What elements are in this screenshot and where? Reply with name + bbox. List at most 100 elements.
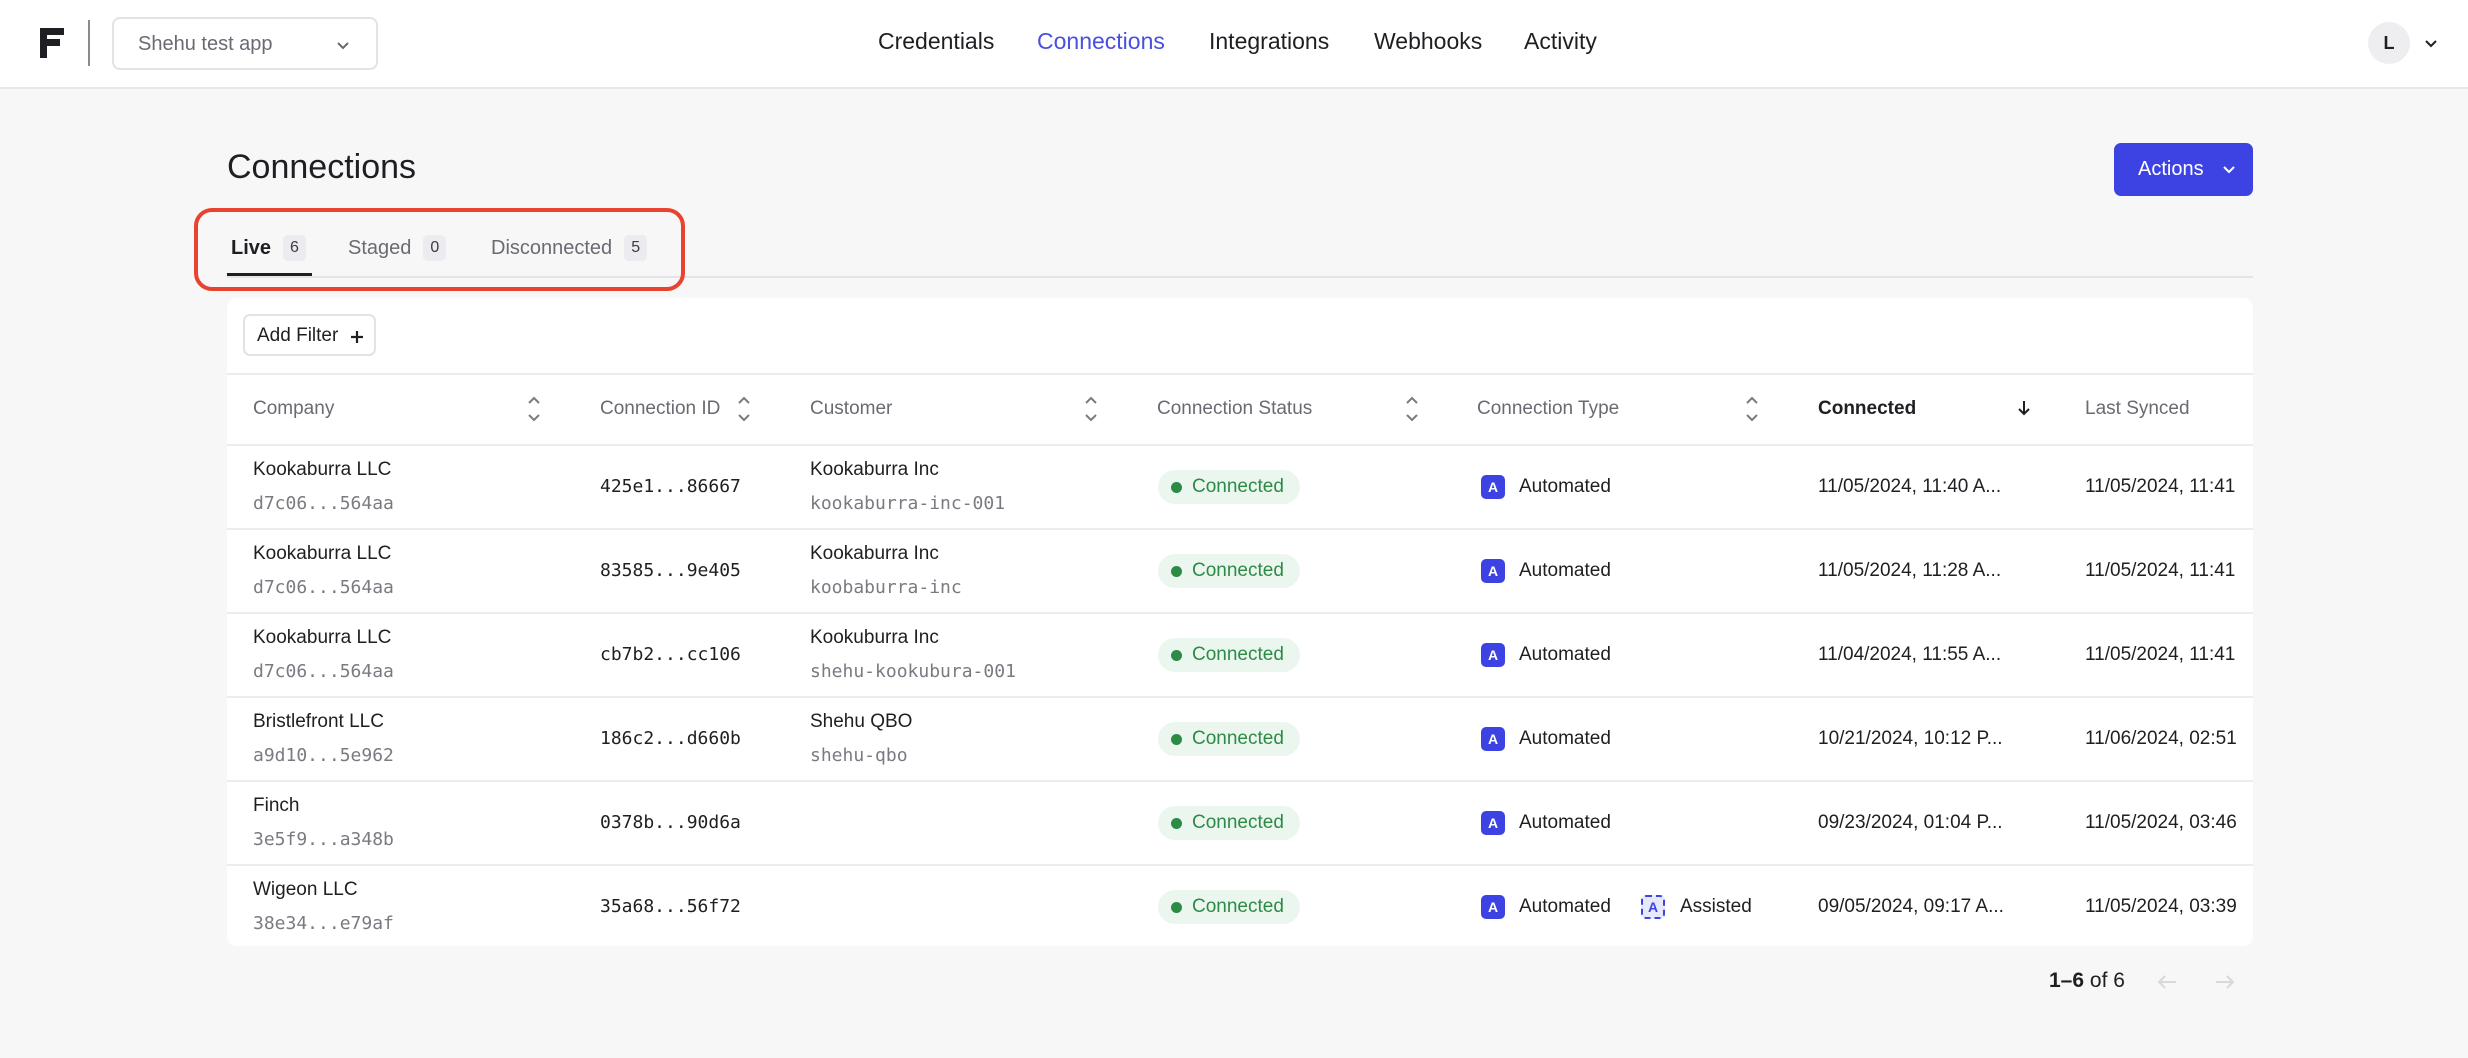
status-label: Connected [1192,896,1284,917]
connection-id: 83585...9e405 [600,560,741,581]
nav-webhooks[interactable]: Webhooks [1374,28,1482,55]
nav-credentials[interactable]: Credentials [878,28,994,55]
automated-icon: A [1481,475,1505,499]
status-dot-icon [1171,818,1182,829]
table-row[interactable]: Bristlefront LLC a9d10...5e962 186c2...d66… [227,698,2253,782]
connected-date: 11/04/2024, 11:55 A... [1818,644,2002,665]
connected-date: 09/23/2024, 01:04 P... [1818,812,2003,833]
status-dot-icon [1171,482,1182,493]
last-synced-date: 11/06/2024, 02:51 [2085,728,2237,749]
status-dot-icon [1171,734,1182,745]
company-id: 38e34...e79af [253,913,394,934]
plus-icon [351,331,363,343]
customer-id: koobaburra-inc [810,577,962,598]
connection-type-label: Automated [1519,476,1611,497]
status-badge: Connected [1158,806,1300,840]
status-badge: Connected [1158,470,1300,504]
finch-logo-icon[interactable] [38,26,66,60]
automated-icon: A [1481,559,1505,583]
app-selector-label: Shehu test app [138,33,273,55]
last-synced-date: 11/05/2024, 03:39 [2085,896,2237,917]
status-badge: Connected [1158,638,1300,672]
user-avatar[interactable]: L [2368,22,2410,64]
connection-type-label-2: Assisted [1680,896,1752,917]
company-name: Kookaburra LLC [253,627,392,648]
chevron-down-icon [2223,166,2235,174]
connected-date: 09/05/2024, 09:17 A... [1818,896,2004,917]
connections-table-card: Add Filter Company Connection ID Custome… [227,298,2253,946]
connection-type-label: Automated [1519,560,1611,581]
table-row[interactable]: Finch 3e5f9...a348b 0378b...90d6a Connected… [227,782,2253,866]
arrow-right-icon[interactable] [2214,972,2236,992]
column-header-connected[interactable]: Connected [1818,398,1916,420]
arrow-down-icon[interactable] [2017,399,2031,417]
chevron-down-icon[interactable] [2424,37,2438,51]
connected-date: 11/05/2024, 11:28 A... [1818,560,2002,581]
connected-date: 11/05/2024, 11:40 A... [1818,476,2002,497]
actions-button[interactable]: Actions [2114,143,2253,196]
table-row[interactable]: Kookaburra LLC d7c06...564aa 425e1...86667… [227,446,2253,530]
customer-name: Shehu QBO [810,711,913,732]
column-header-last-synced[interactable]: Last Synced [2085,398,2190,420]
arrow-left-icon[interactable] [2156,972,2178,992]
company-id: d7c06...564aa [253,493,394,514]
company-id: a9d10...5e962 [253,745,394,766]
nav-connections[interactable]: Connections [1037,28,1165,55]
column-header-connection-status[interactable]: Connection Status [1157,398,1312,420]
table-row[interactable]: Kookaburra LLC d7c06...564aa 83585...9e405… [227,530,2253,614]
connected-date: 10/21/2024, 10:12 P... [1818,728,2003,749]
customer-name: Kookaburra Inc [810,459,939,480]
add-filter-label: Add Filter [257,325,339,346]
status-label: Connected [1192,812,1284,833]
automated-icon: A [1481,895,1505,919]
customer-name: Kookuburra Inc [810,627,939,648]
status-badge: Connected [1158,554,1300,588]
status-label: Connected [1192,476,1284,497]
nav-activity[interactable]: Activity [1524,28,1597,55]
sort-icon[interactable] [737,391,751,427]
connection-id: cb7b2...cc106 [600,644,741,665]
actions-button-label: Actions [2138,158,2204,180]
sort-icon[interactable] [1084,391,1098,427]
pagination-range: 1–6 [2049,969,2085,992]
table-row[interactable]: Wigeon LLC 38e34...e79af 35a68...56f72 Conn… [227,866,2253,946]
last-synced-date: 11/05/2024, 11:41 [2085,560,2236,581]
company-name: Kookaburra LLC [253,543,392,564]
column-header-connection-type[interactable]: Connection Type [1477,398,1619,420]
column-header-connection-id[interactable]: Connection ID [600,398,720,420]
connection-id: 425e1...86667 [600,476,741,497]
customer-name: Kookaburra Inc [810,543,939,564]
add-filter-button[interactable]: Add Filter [243,314,376,356]
last-synced-date: 11/05/2024, 03:46 [2085,812,2237,833]
status-label: Connected [1192,560,1284,581]
page-title: Connections [227,148,417,186]
table-row[interactable]: Kookaburra LLC d7c06...564aa cb7b2...cc106… [227,614,2253,698]
nav-integrations[interactable]: Integrations [1209,28,1329,55]
company-id: 3e5f9...a348b [253,829,394,850]
connection-id: 35a68...56f72 [600,896,741,917]
connection-type-label: Automated [1519,644,1611,665]
customer-id: shehu-kookubura-001 [810,661,1016,682]
company-name: Wigeon LLC [253,879,358,900]
logo-divider [88,20,90,66]
company-id: d7c06...564aa [253,661,394,682]
column-header-customer[interactable]: Customer [810,398,892,420]
automated-icon: A [1481,727,1505,751]
company-id: d7c06...564aa [253,577,394,598]
pagination-summary: 1–6 of 6 [2049,969,2125,993]
sort-icon[interactable] [527,391,541,427]
last-synced-date: 11/05/2024, 11:41 [2085,644,2236,665]
automated-icon: A [1481,811,1505,835]
status-dot-icon [1171,902,1182,913]
connection-id: 186c2...d660b [600,728,741,749]
customer-id: shehu-qbo [810,745,908,766]
company-name: Kookaburra LLC [253,459,392,480]
status-label: Connected [1192,728,1284,749]
sort-icon[interactable] [1745,391,1759,427]
pagination-total: of 6 [2089,969,2125,992]
column-header-company[interactable]: Company [253,398,334,420]
assisted-icon: A [1641,895,1665,919]
sort-icon[interactable] [1405,391,1419,427]
app-selector[interactable]: Shehu test app [112,17,378,70]
connection-type-label: Automated [1519,728,1611,749]
